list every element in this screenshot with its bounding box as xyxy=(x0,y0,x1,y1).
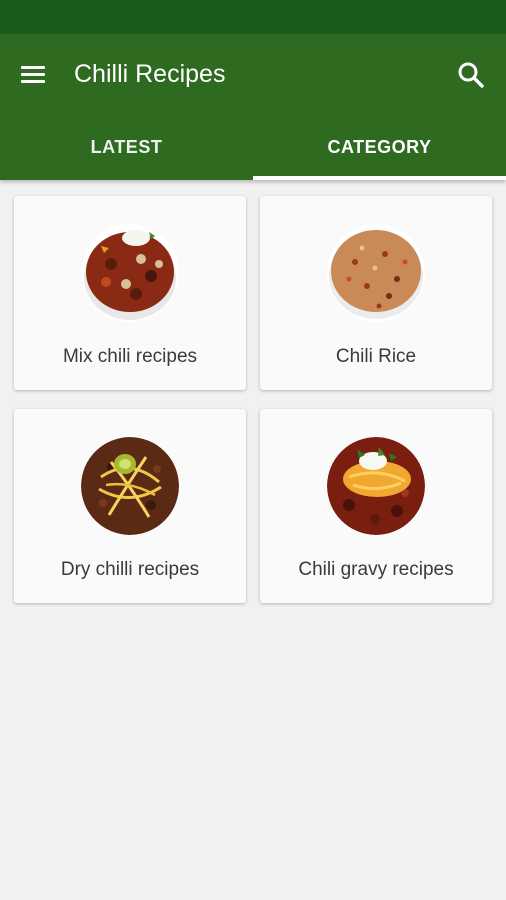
category-card-chili-gravy[interactable]: Chili gravy recipes xyxy=(260,409,492,603)
category-label: Mix chili recipes xyxy=(62,346,198,367)
chili-gravy-with-cheese-image xyxy=(327,437,425,535)
category-card-dry-chilli[interactable]: Dry chilli recipes xyxy=(14,409,246,603)
hamburger-menu-icon[interactable] xyxy=(18,62,48,88)
tab-category[interactable]: CATEGORY xyxy=(253,116,506,180)
tab-latest[interactable]: LATEST xyxy=(0,116,253,180)
mixed-chili-bowl-image xyxy=(81,224,179,322)
selected-tab-indicator xyxy=(253,176,506,180)
status-bar xyxy=(0,0,506,34)
category-card-chili-rice[interactable]: Chili Rice xyxy=(260,196,492,390)
category-label: Dry chilli recipes xyxy=(60,559,200,580)
category-label: Chili Rice xyxy=(335,346,417,367)
chili-rice-bowl-image xyxy=(327,224,425,322)
tab-bar: LATEST CATEGORY xyxy=(0,116,506,180)
dry-chili-with-cheese-image xyxy=(81,437,179,535)
search-icon[interactable] xyxy=(456,60,486,90)
category-label: Chili gravy recipes xyxy=(298,559,454,580)
app-bar: Chilli Recipes xyxy=(0,34,506,116)
app-title: Chilli Recipes xyxy=(74,60,226,88)
category-card-mix-chili[interactable]: Mix chili recipes xyxy=(14,196,246,390)
